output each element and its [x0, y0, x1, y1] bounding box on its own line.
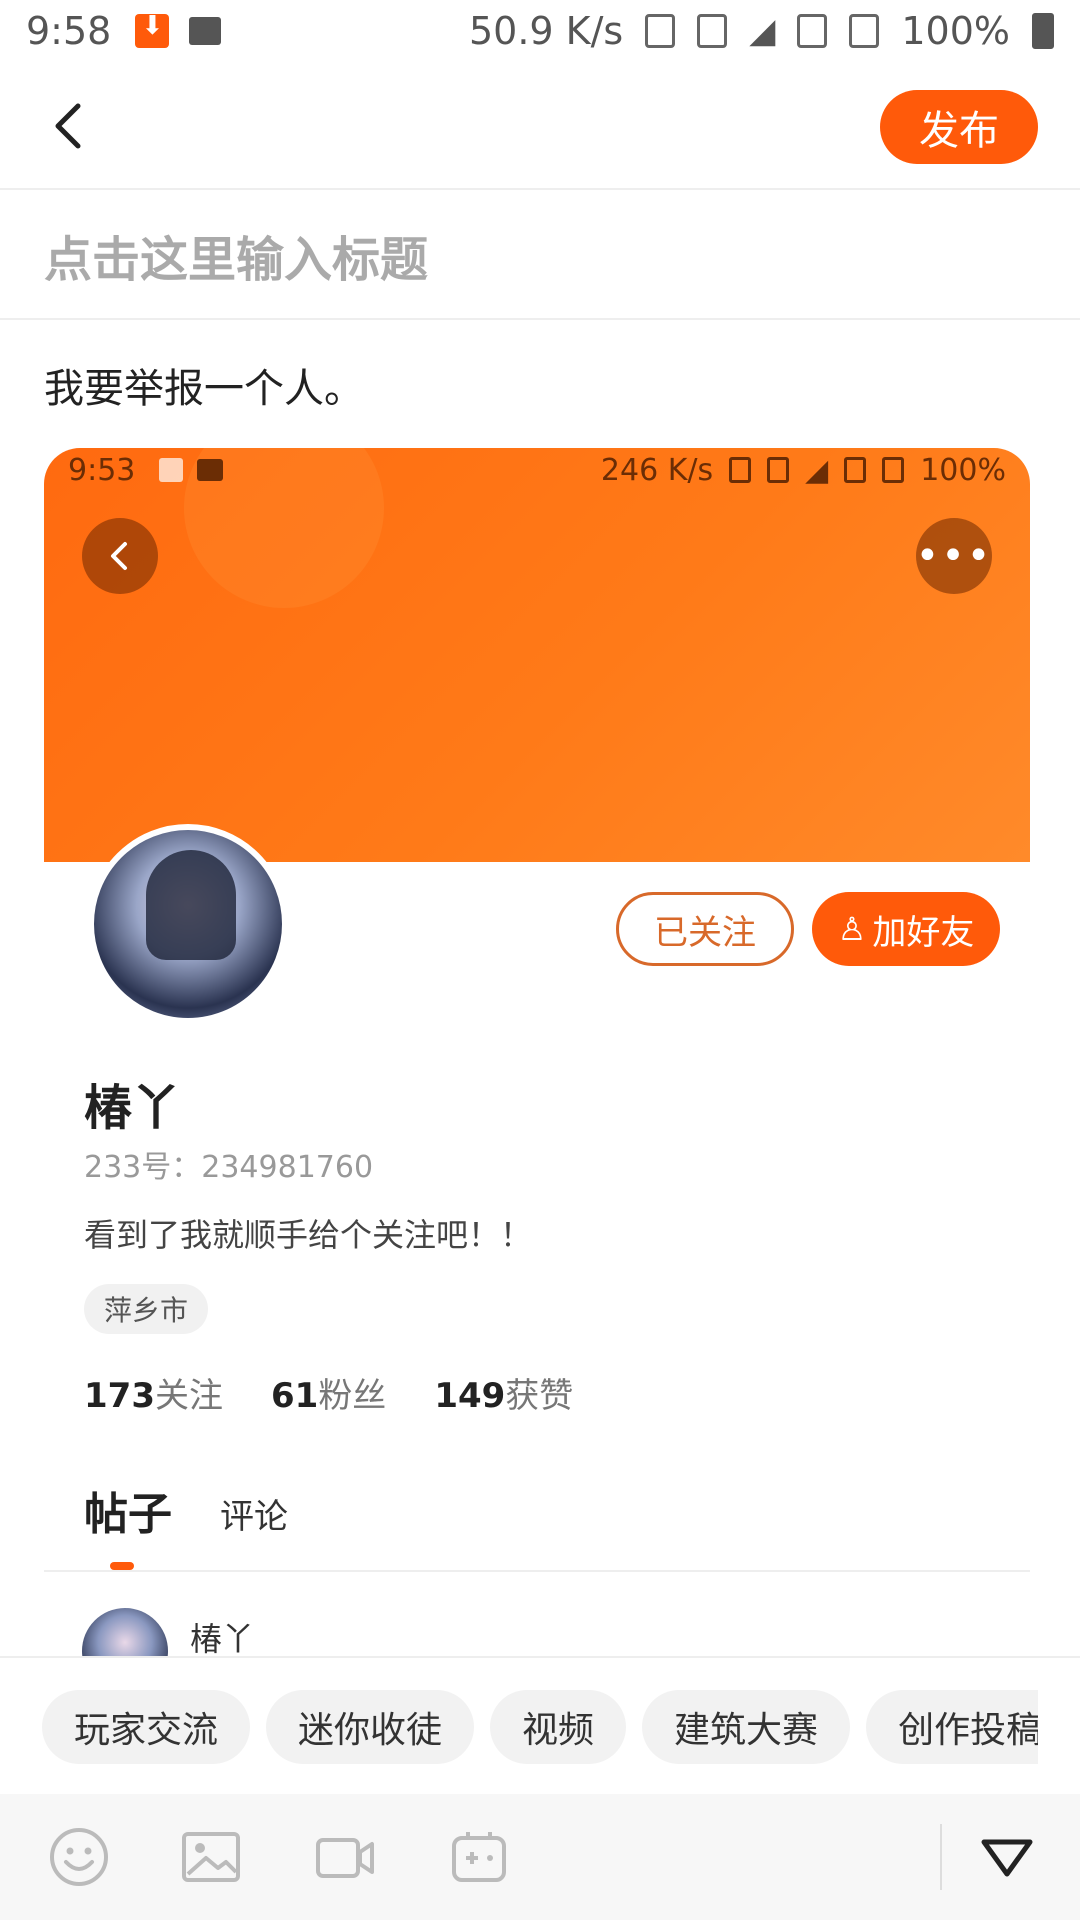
- stat-likes: 149获赞: [434, 1376, 574, 1416]
- image-icon[interactable]: [178, 1824, 244, 1890]
- profile-username: 椿丫: [84, 1080, 181, 1136]
- embedded-no-sim-2-icon: [882, 457, 905, 483]
- no-sim-2-icon: [849, 14, 880, 48]
- embedded-back-icon: [82, 518, 158, 594]
- embedded-vibrate-icon: [767, 457, 790, 483]
- embedded-image-icon: [197, 459, 224, 481]
- post-author-avatar: [82, 1608, 168, 1656]
- topic-chip[interactable]: 建筑大赛: [642, 1690, 851, 1764]
- post-author-name: 椿丫: [190, 1620, 255, 1656]
- embedded-status-bar: 9:53 246 K/s ◢ 100%: [44, 448, 1030, 492]
- game-controller-icon[interactable]: [446, 1824, 512, 1890]
- tab-indicator: [110, 1562, 134, 1570]
- embedded-no-sim-icon: [844, 457, 867, 483]
- embedded-nfc-icon: [729, 457, 752, 483]
- embedded-wifi-icon: ◢: [805, 452, 829, 488]
- city-tag: 萍乡市: [84, 1284, 209, 1334]
- divider: [940, 1824, 942, 1890]
- chevron-left-icon: [111, 542, 127, 570]
- editor-toolbar: [0, 1794, 1080, 1920]
- attached-screenshot[interactable]: 9:53 246 K/s ◢ 100% ••• 已关注 ♙ 加好友 椿丫 233…: [44, 448, 1030, 1656]
- topic-chips: 玩家交流 迷你收徒 视频 建筑大赛 创作投稿: [42, 1690, 1038, 1764]
- add-friend-label: 加好友: [872, 912, 975, 953]
- tab-posts: 帖子: [84, 1489, 172, 1540]
- add-user-icon: ♙: [837, 910, 867, 948]
- embedded-download-icon: [159, 458, 184, 482]
- topic-chips-bar: 玩家交流 迷你收徒 视频 建筑大赛 创作投稿: [0, 1656, 1080, 1794]
- stat-following: 173关注: [84, 1376, 223, 1416]
- publish-button[interactable]: 发布: [880, 90, 1038, 164]
- battery-icon: [1032, 13, 1054, 49]
- chevron-left-icon: [55, 103, 81, 149]
- header: 发布: [0, 62, 1080, 190]
- profile-avatar: [88, 824, 288, 1024]
- no-sim-icon: [797, 14, 828, 48]
- title-input[interactable]: 点击这里输入标题: [0, 192, 1080, 320]
- topic-chip[interactable]: 玩家交流: [42, 1690, 251, 1764]
- back-button[interactable]: [40, 96, 100, 156]
- download-icon: [135, 11, 170, 48]
- profile-user-id: 233号：234981760: [84, 1150, 374, 1185]
- topic-chip[interactable]: 迷你收徒: [266, 1690, 475, 1764]
- vibrate-icon: [697, 14, 728, 48]
- wifi-icon: ◢: [749, 11, 776, 51]
- profile-tabs: 帖子 评论: [84, 1478, 288, 1542]
- topic-chip[interactable]: 视频: [490, 1690, 627, 1764]
- profile-bio: 看到了我就顺手给个关注吧！！: [84, 1216, 533, 1254]
- emoji-icon[interactable]: [46, 1824, 112, 1890]
- more-options-icon: •••: [916, 518, 992, 594]
- followed-button: 已关注: [616, 892, 794, 966]
- tab-comments: 评论: [220, 1497, 288, 1537]
- status-time: 9:58: [26, 9, 112, 53]
- embedded-speed: 246 K/s: [600, 452, 714, 488]
- collapse-triangle-icon[interactable]: [974, 1824, 1040, 1890]
- post-body-text[interactable]: 我要举报一个人。: [44, 356, 364, 414]
- nfc-icon: [645, 14, 676, 48]
- profile-stats: 173关注 61粉丝 149获赞: [84, 1368, 573, 1417]
- embedded-battery: 100%: [920, 452, 1006, 488]
- network-speed: 50.9 K/s: [468, 9, 624, 53]
- status-bar: 9:58 50.9 K/s ◢ 100%: [0, 0, 1080, 62]
- video-icon[interactable]: [312, 1824, 378, 1890]
- topic-chip[interactable]: 创作投稿: [866, 1690, 1038, 1764]
- battery-percent: 100%: [901, 9, 1010, 53]
- add-friend-button: ♙ 加好友: [812, 892, 1000, 966]
- image-notification-icon: [189, 17, 222, 45]
- embedded-time: 9:53: [68, 452, 136, 488]
- profile-banner: [44, 448, 1030, 862]
- stat-fans: 61粉丝: [270, 1376, 387, 1416]
- divider: [44, 1570, 1030, 1572]
